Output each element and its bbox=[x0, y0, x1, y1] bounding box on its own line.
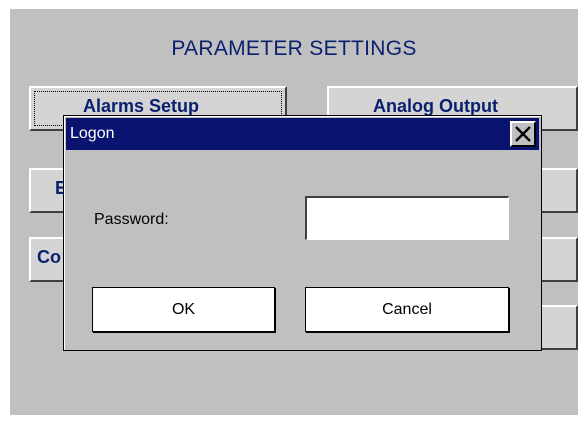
dialog-title: Logon bbox=[70, 125, 115, 142]
password-input[interactable] bbox=[305, 196, 509, 240]
analog-output-label: Analog Output bbox=[373, 96, 498, 116]
logon-dialog: Logon Password: OK Cancel bbox=[63, 115, 542, 351]
ok-button[interactable]: OK bbox=[92, 287, 275, 332]
dialog-title-bar[interactable]: Logon bbox=[66, 118, 539, 150]
page-title: PARAMETER SETTINGS bbox=[171, 37, 417, 60]
close-button[interactable] bbox=[510, 121, 536, 147]
cancel-button[interactable]: Cancel bbox=[305, 287, 509, 332]
close-icon bbox=[515, 126, 531, 142]
alarms-setup-label: Alarms Setup bbox=[83, 96, 200, 116]
password-label: Password: bbox=[94, 211, 169, 228]
left-button-row3-label: Co bbox=[37, 247, 61, 267]
